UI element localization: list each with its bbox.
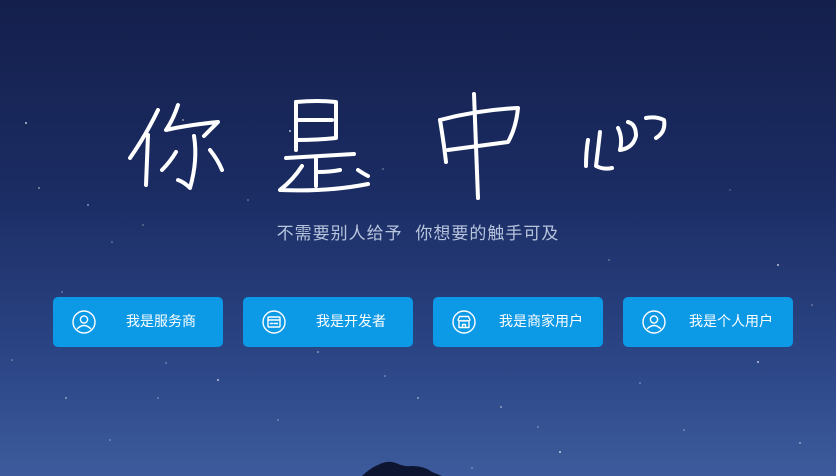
silhouette-decoration <box>362 461 442 476</box>
service-provider-button[interactable]: 我是服务商 <box>53 297 223 347</box>
merchant-user-label: 我是商家用户 <box>499 314 583 330</box>
personal-user-label: 我是个人用户 <box>689 314 773 330</box>
store-icon <box>452 310 476 334</box>
developer-button[interactable]: 我是开发者 <box>243 297 413 347</box>
personal-user-button[interactable]: 我是个人用户 <box>623 297 793 347</box>
hero-title <box>118 80 738 205</box>
user-circle-icon <box>72 310 96 334</box>
page: { "hero": { "title": "你是中心", "subtitle":… <box>0 0 836 476</box>
handwritten-title-artwork <box>128 92 667 200</box>
developer-label: 我是开发者 <box>316 314 386 330</box>
merchant-user-button[interactable]: 我是商家用户 <box>433 297 603 347</box>
hero-subtitle: 不需要别人给予 你想要的触手可及 <box>276 224 560 244</box>
user-circle-icon <box>642 310 666 334</box>
role-button-group: 我是服务商 我是开发者 我是商家用户 我是个人用户 <box>53 297 793 347</box>
browser-window-icon <box>262 310 286 334</box>
service-provider-label: 我是服务商 <box>126 314 196 330</box>
